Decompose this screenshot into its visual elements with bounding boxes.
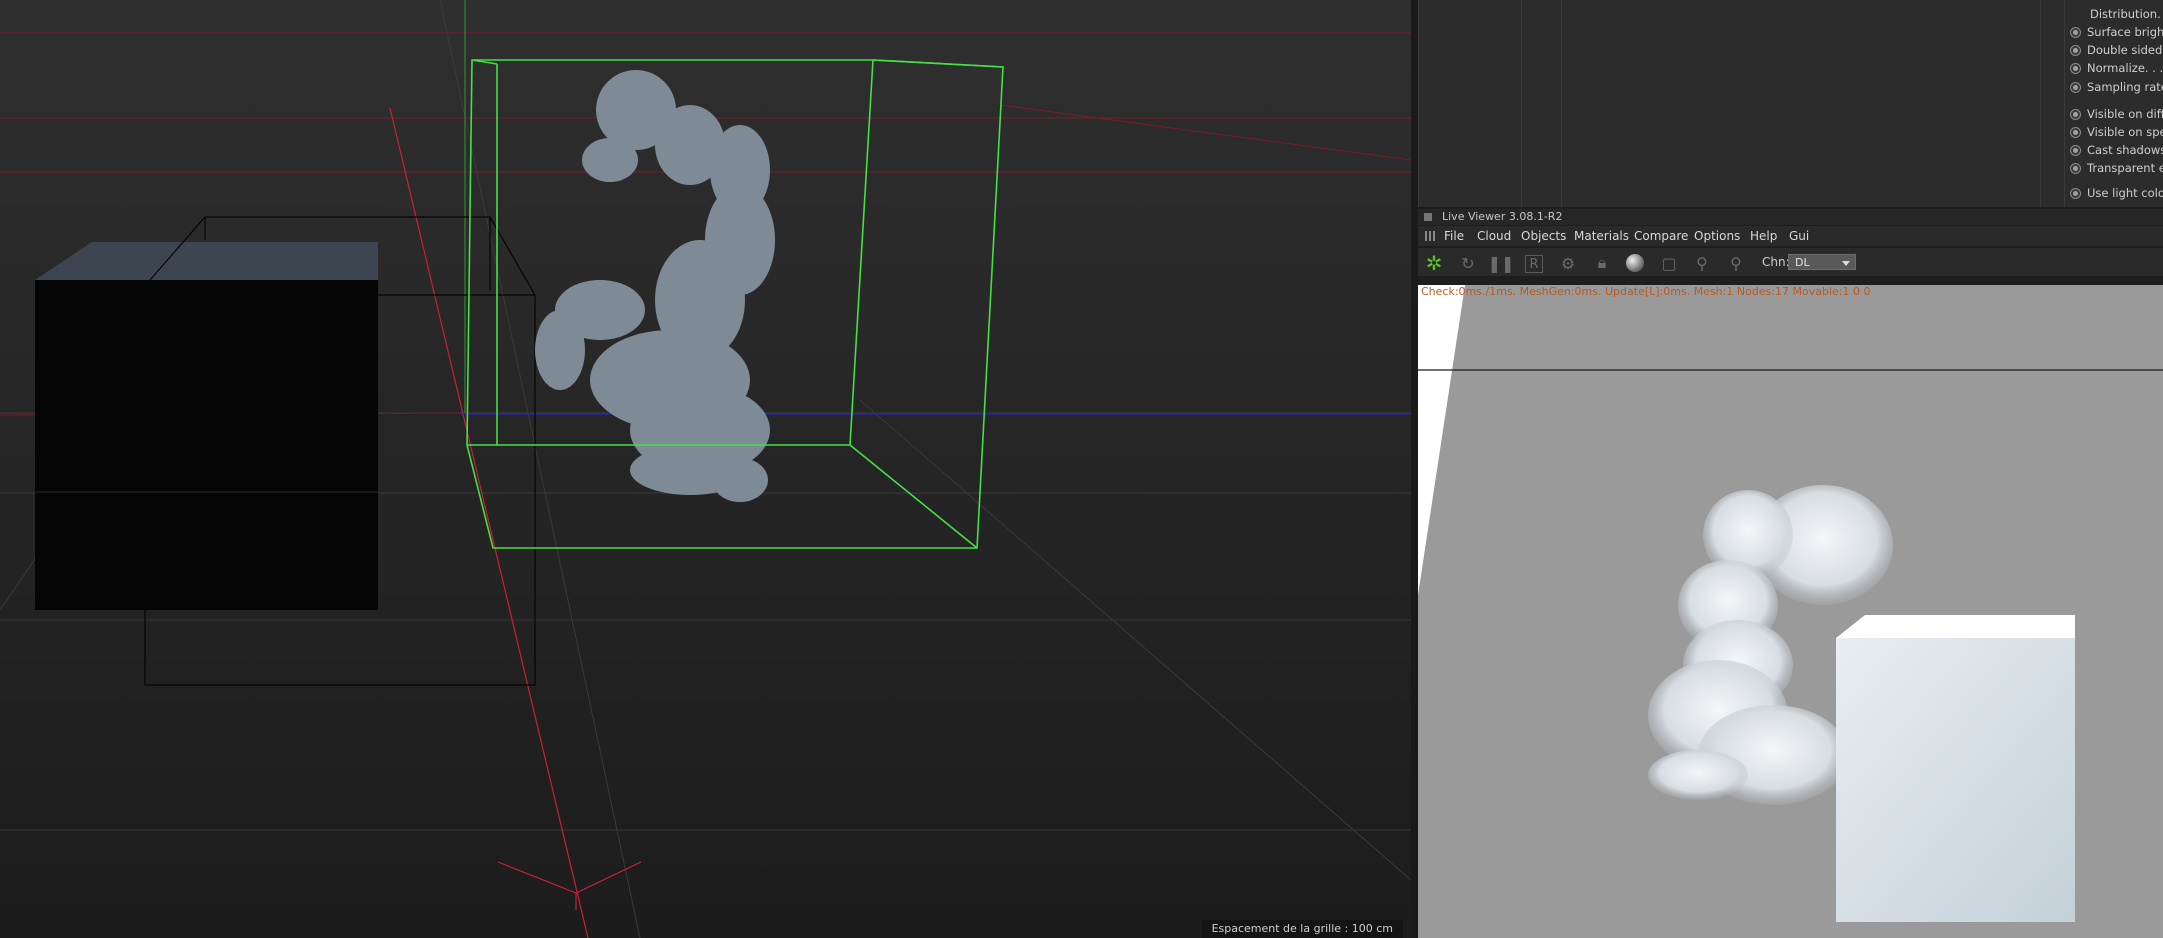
3d-viewport[interactable]: Espacement de la grille : 100 cm [0,0,1411,938]
grid-spacing-label: Espacement de la grille : 100 cm [1201,920,1403,938]
refresh-icon[interactable]: ↻ [1458,253,1478,273]
radio-icon[interactable] [2070,108,2081,120]
menu-materials[interactable]: Materials [1574,226,1629,246]
render-view[interactable] [1418,285,2163,938]
option-label: Double sided. . [2087,43,2163,57]
option-sampling-rate[interactable]: Sampling rate [2070,79,2163,95]
channel-value: DL [1795,256,1810,269]
black-cube[interactable] [35,242,378,610]
option-label: Normalize. . . . . [2087,61,2163,75]
lock-icon[interactable]: 🔒︎ [1592,253,1612,273]
option-double-sided[interactable]: Double sided. . [2070,42,2163,58]
option-label: Transparent er [2087,161,2163,175]
attr-column-divider [1521,0,1522,207]
radio-icon[interactable] [2070,126,2081,138]
pick-focus-icon[interactable]: ⚲ [1692,253,1712,273]
menu-compare[interactable]: Compare [1634,226,1688,246]
clay-mode-icon[interactable]: ▢ [1659,253,1679,273]
menu-cloud[interactable]: Cloud [1477,226,1511,246]
render-cube [1836,615,2075,922]
channel-label: Chn: [1762,255,1790,269]
axis-z-line [389,107,589,938]
render-scene [1418,285,2163,922]
option-label: Sampling rate [2087,80,2163,94]
origin-gizmo [497,861,642,910]
live-viewer-title: Live Viewer 3.08.1-R2 [1442,210,1563,223]
option-label: Use light color [2087,186,2163,200]
radio-icon[interactable] [2070,187,2081,199]
attr-column-divider [2064,0,2065,207]
option-cast-shadows[interactable]: Cast shadows [2070,142,2163,158]
menu-help[interactable]: Help [1750,226,1777,246]
pause-icon[interactable]: ❚❚ [1488,253,1515,273]
radio-icon[interactable] [2070,26,2081,38]
radio-icon[interactable] [2070,144,2081,156]
option-label: Distribution. . . . [2090,7,2163,21]
radio-icon[interactable] [2070,44,2081,56]
option-surface-brightness[interactable]: Surface bright [2070,24,2163,40]
live-viewer-menubar: File Cloud Objects Materials Compare Opt… [1418,226,2163,246]
smoke-point-cloud[interactable] [535,70,775,502]
option-transparent-emission[interactable]: Transparent er [2070,160,2163,176]
option-label: Surface bright [2087,25,2163,39]
option-distribution[interactable]: Distribution. . . . [2090,6,2163,22]
region-render-icon[interactable]: R [1525,255,1543,273]
menu-objects[interactable]: Objects [1521,226,1566,246]
chevron-down-icon [1842,261,1850,266]
render-light-plane [1418,285,1465,595]
menu-grip-icon[interactable] [1425,231,1435,241]
option-visible-on-diffuse[interactable]: Visible on diff [2070,106,2163,122]
radio-icon[interactable] [2070,162,2081,174]
attr-column-divider [1418,0,1419,207]
settings-gear-icon[interactable]: ⚙ [1558,253,1578,273]
panel-grip-icon[interactable] [1424,213,1432,221]
option-label: Visible on diff [2087,107,2163,121]
attr-column-divider [2040,0,2041,207]
radio-icon[interactable] [2070,81,2081,93]
menu-file[interactable]: File [1444,226,1464,246]
live-viewer-titlebar[interactable]: Live Viewer 3.08.1-R2 [1418,209,2163,225]
option-label: Cast shadows [2087,143,2163,157]
viewport-scene [0,0,1411,938]
radio-icon[interactable] [2070,62,2081,74]
menu-gui[interactable]: Gui [1789,226,1809,246]
octane-logo-icon[interactable]: ✲ [1424,251,1444,275]
menu-options[interactable]: Options [1694,226,1740,246]
option-normalize[interactable]: Normalize. . . . . [2070,60,2163,76]
attributes-panel [1418,0,2163,207]
render-status-text: Check:0ms./1ms. MeshGen:0ms. Update[L]:0… [1421,285,1871,298]
option-visible-on-specular[interactable]: Visible on spec [2070,124,2163,140]
pick-white-balance-icon[interactable]: ⚲ [1726,253,1746,273]
channel-select[interactable]: DL [1788,254,1856,270]
option-label: Visible on spec [2087,125,2163,139]
material-ball-icon[interactable] [1625,253,1645,273]
attr-column-divider [1561,0,1562,207]
panel-splitter[interactable] [1411,0,1418,938]
option-use-light-color[interactable]: Use light color [2070,185,2163,201]
